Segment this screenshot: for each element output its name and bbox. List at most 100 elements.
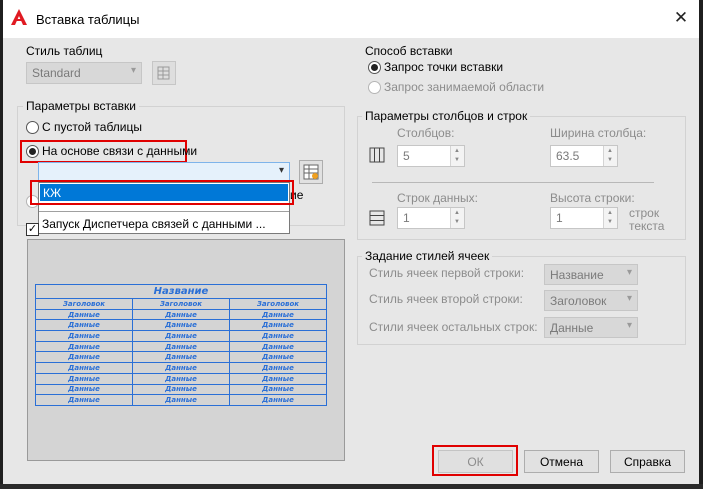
window-title: Вставка таблицы — [36, 12, 140, 27]
preview-data-cell: Данные — [229, 340, 327, 353]
preview-checkbox[interactable]: ✓ — [26, 223, 39, 236]
preview-data-cell: Данные — [229, 362, 327, 374]
data-rows-value: 1 — [403, 211, 410, 225]
preview-data-cell: Данные — [132, 372, 230, 385]
preview-header-cell: Заголовок — [229, 298, 327, 310]
preview-header-cell: Заголовок — [35, 298, 133, 310]
window-edge-right — [699, 0, 703, 489]
chevron-down-icon: ▾ — [278, 165, 284, 176]
close-icon[interactable]: ✕ — [672, 9, 690, 27]
preview-area: Название Заголовок Заголовок Заголовок Дан… — [27, 239, 345, 461]
second-row-style-label: Стиль ячеек второй строки: — [369, 292, 523, 306]
preview-data-row: Данные Данные Данные — [35, 340, 327, 353]
row-height-value: 1 — [556, 211, 563, 225]
insert-method-label: Способ вставки — [362, 44, 456, 58]
chevron-down-icon: ▾ — [626, 267, 632, 278]
data-link-label[interactable]: На основе связи с данными — [42, 144, 197, 158]
other-rows-style-label: Стили ячеек остальных строк: — [369, 320, 538, 334]
preview-data-cell: Данные — [132, 351, 230, 364]
dropdown-option-manager[interactable]: Запуск Диспетчера связей с данными ... — [42, 217, 266, 231]
spin-down-icon[interactable]: ▼ — [454, 219, 460, 225]
preview-data-cell: Данные — [35, 340, 133, 353]
cell-styles-label: Задание стилей ячеек — [362, 249, 493, 263]
preview-data-cell: Данные — [35, 372, 133, 385]
preview-data-cell: Данные — [132, 308, 230, 321]
empty-table-label[interactable]: С пустой таблицы — [42, 120, 142, 134]
columns-label: Столбцов: — [397, 126, 455, 140]
spin-up-icon[interactable]: ▲ — [454, 210, 460, 216]
table-style-value: Standard — [32, 66, 81, 80]
second-row-style-combo[interactable]: Заголовок ▾ — [544, 290, 638, 311]
other-rows-style-value: Данные — [550, 321, 594, 335]
preview-data-cell: Данные — [229, 383, 327, 396]
other-rows-style-combo[interactable]: Данные ▾ — [544, 317, 638, 338]
preview-data-cell: Данные — [229, 394, 327, 406]
preview-data-row: Данные Данные Данные — [35, 308, 327, 321]
preview-data-cell: Данные — [132, 362, 230, 374]
empty-table-radio[interactable] — [26, 121, 39, 134]
rows-icon — [369, 210, 385, 226]
data-link-manager-icon — [303, 164, 319, 180]
insert-window-label[interactable]: Запрос занимаемой области — [384, 80, 544, 94]
columns-value: 5 — [403, 149, 410, 163]
preview-data-cell: Данные — [132, 394, 230, 406]
dropdown-divider — [39, 211, 289, 212]
ok-button[interactable]: ОК — [438, 450, 513, 473]
insert-window-radio[interactable] — [368, 81, 381, 94]
insert-point-radio[interactable] — [368, 61, 381, 74]
first-row-style-value: Название — [550, 268, 604, 282]
table-style-combo[interactable]: Standard ▾ — [26, 62, 142, 84]
chevron-down-icon: ▾ — [626, 320, 632, 331]
first-row-style-label: Стиль ячеек первой строки: — [369, 266, 525, 280]
preview-header-row: Заголовок Заголовок Заголовок — [35, 298, 327, 310]
data-link-radio[interactable] — [26, 145, 39, 158]
col-width-label: Ширина столбца: — [550, 126, 647, 140]
spin-up-icon[interactable]: ▲ — [454, 148, 460, 154]
row-height-label: Высота строки: — [550, 191, 635, 205]
second-row-style-value: Заголовок — [550, 294, 607, 308]
data-link-manager-button[interactable] — [299, 160, 323, 184]
preview-data-row: Данные Данные Данные — [35, 372, 327, 385]
col-row-label: Параметры столбцов и строк — [362, 109, 531, 123]
spin-down-icon[interactable]: ▼ — [607, 219, 613, 225]
columns-icon — [369, 147, 385, 163]
preview-data-cell: Данные — [229, 351, 327, 364]
table-style-icon — [157, 66, 170, 80]
cancel-button[interactable]: Отмена — [524, 450, 599, 473]
preview-data-row: Данные Данные Данные — [35, 319, 327, 332]
autocad-logo-icon — [11, 9, 27, 25]
row-height-spinner[interactable]: 1 ▲ ▼ — [550, 207, 618, 229]
preview-data-cell: Данные — [132, 340, 230, 353]
help-button[interactable]: Справка — [610, 450, 685, 473]
preview-data-cell: Данные — [35, 351, 133, 364]
preview-data-row: Данные Данные Данные — [35, 394, 327, 406]
data-rows-label: Строк данных: — [397, 191, 478, 205]
data-rows-spinner[interactable]: 1 ▲ ▼ — [397, 207, 465, 229]
preview-data-cell: Данные — [229, 372, 327, 385]
spin-down-icon[interactable]: ▼ — [607, 157, 613, 163]
spin-up-icon[interactable]: ▲ — [607, 210, 613, 216]
first-row-style-combo[interactable]: Название ▾ — [544, 264, 638, 285]
preview-data-row: Данные Данные Данные — [35, 362, 327, 374]
table-style-dialog-button[interactable] — [152, 61, 176, 85]
columns-spinner[interactable]: 5 ▲ ▼ — [397, 145, 465, 167]
preview-data-cell: Данные — [35, 394, 133, 406]
col-width-spinner[interactable]: 63.5 ▲ ▼ — [550, 145, 618, 167]
preview-data-cell: Данные — [35, 319, 133, 332]
insert-point-label[interactable]: Запрос точки вставки — [384, 60, 503, 74]
preview-data-cell: Данные — [229, 308, 327, 321]
preview-data-row: Данные Данные Данные — [35, 330, 327, 342]
preview-data-cell: Данные — [35, 330, 133, 342]
preview-data-cell: Данные — [35, 308, 133, 321]
spin-up-icon[interactable]: ▲ — [607, 148, 613, 154]
row-height-unit: строк текста — [629, 206, 665, 233]
col-width-value: 63.5 — [556, 149, 580, 163]
preview-data-row: Данные Данные Данные — [35, 351, 327, 364]
preview-data-cell: Данные — [132, 330, 230, 342]
spin-down-icon[interactable]: ▼ — [454, 157, 460, 163]
preview-data-cell: Данные — [35, 362, 133, 374]
col-row-divider — [372, 182, 654, 183]
window-edge-left — [0, 0, 3, 489]
preview-data-row: Данные Данные Данные — [35, 383, 327, 396]
insert-params-label: Параметры вставки — [23, 99, 139, 113]
